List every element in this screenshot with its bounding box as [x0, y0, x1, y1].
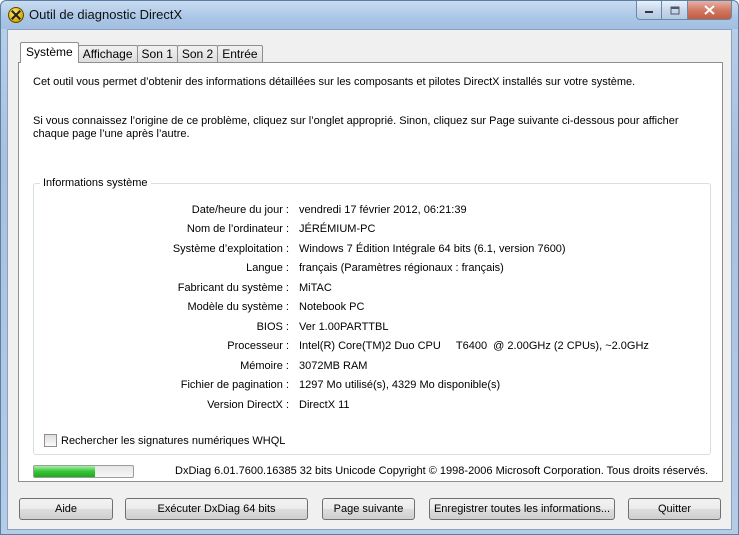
info-value: Ver 1.00PARTTBL [299, 321, 389, 333]
info-value: 3072MB RAM [299, 360, 368, 372]
system-tab-panel: Cet outil vous permet d’obtenir des info… [18, 62, 723, 482]
info-value: Intel(R) Core(TM)2 Duo CPU T6400 @ 2.00G… [299, 340, 649, 352]
info-row-model: Modèle du système : Notebook PC [34, 301, 710, 315]
system-info-group: Informations système Date/heure du jour … [33, 177, 711, 455]
info-row-directx-version: Version DirectX : DirectX 11 [34, 399, 710, 413]
close-icon [704, 5, 715, 15]
info-row-processor: Processeur : Intel(R) Core(TM)2 Duo CPU … [34, 340, 710, 354]
tab-son-1[interactable]: Son 1 [136, 45, 178, 63]
info-label: Modèle du système : [187, 301, 290, 313]
directx-icon [8, 7, 24, 23]
info-value: Windows 7 Édition Intégrale 64 bits (6.1… [299, 243, 566, 255]
title-bar[interactable]: Outil de diagnostic DirectX [1, 1, 738, 29]
info-label: Nom de l’ordinateur : [186, 223, 289, 235]
intro-text: Cet outil vous permet d’obtenir des info… [33, 76, 636, 88]
info-row-date: Date/heure du jour : vendredi 17 février… [34, 204, 710, 218]
tab-systeme[interactable]: Système [20, 42, 79, 63]
info-row-manufacturer: Fabricant du système : MiTAC [34, 282, 710, 296]
whql-checkbox[interactable] [44, 434, 57, 447]
maximize-icon [670, 6, 679, 14]
next-page-button[interactable]: Page suivante [322, 498, 415, 520]
group-title: Informations système [40, 177, 151, 189]
progress-bar [33, 465, 134, 478]
info-value: 1297 Mo utilisé(s), 4329 Mo disponible(s… [299, 379, 501, 391]
info-label: Mémoire : [240, 360, 289, 372]
whql-checkbox-label[interactable]: Rechercher les signatures numériques WHQ… [61, 435, 285, 447]
info-value: vendredi 17 février 2012, 06:21:39 [299, 204, 467, 216]
help-button[interactable]: Aide [19, 498, 113, 520]
client-area: Système Affichage Son 1 Son 2 Entrée Cet… [7, 29, 732, 530]
tab-entree[interactable]: Entrée [217, 45, 263, 63]
progress-fill [34, 466, 96, 477]
tab-son-2[interactable]: Son 2 [176, 45, 219, 63]
close-button[interactable] [688, 1, 732, 20]
instructions-text: Si vous connaissez l’origine de ce probl… [33, 115, 679, 140]
version-copyright-text: DxDiag 6.01.7600.16385 32 bits Unicode C… [175, 465, 709, 477]
minimize-button[interactable] [636, 1, 662, 20]
tab-affichage[interactable]: Affichage [77, 45, 138, 63]
info-row-computer-name: Nom de l’ordinateur : JÉRÉMIUM-PC [34, 223, 710, 237]
info-row-os: Système d’exploitation : Windows 7 Éditi… [34, 243, 710, 257]
info-value: français (Paramètres régionaux : françai… [299, 262, 504, 274]
info-value: DirectX 11 [299, 399, 350, 411]
dxdiag-window: Outil de diagnostic DirectX Système Affi… [0, 0, 739, 535]
info-label: BIOS : [256, 321, 289, 333]
info-label: Système d’exploitation : [172, 243, 289, 255]
window-title: Outil de diagnostic DirectX [29, 7, 183, 22]
info-row-pagefile: Fichier de pagination : 1297 Mo utilisé(… [34, 379, 710, 393]
info-label: Version DirectX : [207, 399, 289, 411]
info-label: Date/heure du jour : [191, 204, 289, 216]
run-64bit-button[interactable]: Exécuter DxDiag 64 bits [125, 498, 308, 520]
info-value: JÉRÉMIUM-PC [299, 223, 376, 235]
info-row-language: Langue : français (Paramètres régionaux … [34, 262, 710, 276]
info-label: Fabricant du système : [177, 282, 289, 294]
minimize-icon [645, 11, 653, 13]
info-row-memory: Mémoire : 3072MB RAM [34, 360, 710, 374]
save-all-info-button[interactable]: Enregistrer toutes les informations... [429, 498, 615, 520]
info-label: Processeur : [227, 340, 289, 352]
maximize-button[interactable] [662, 1, 688, 20]
tab-strip: Système Affichage Son 1 Son 2 Entrée [20, 42, 263, 63]
info-label: Langue : [246, 262, 289, 274]
caption-buttons [636, 1, 732, 21]
info-value: MiTAC [299, 282, 332, 294]
whql-checkbox-row[interactable]: Rechercher les signatures numériques WHQ… [44, 434, 285, 447]
quit-button[interactable]: Quitter [628, 498, 721, 520]
info-label: Fichier de pagination : [180, 379, 289, 391]
info-value: Notebook PC [299, 301, 365, 313]
info-row-bios: BIOS : Ver 1.00PARTTBL [34, 321, 710, 335]
